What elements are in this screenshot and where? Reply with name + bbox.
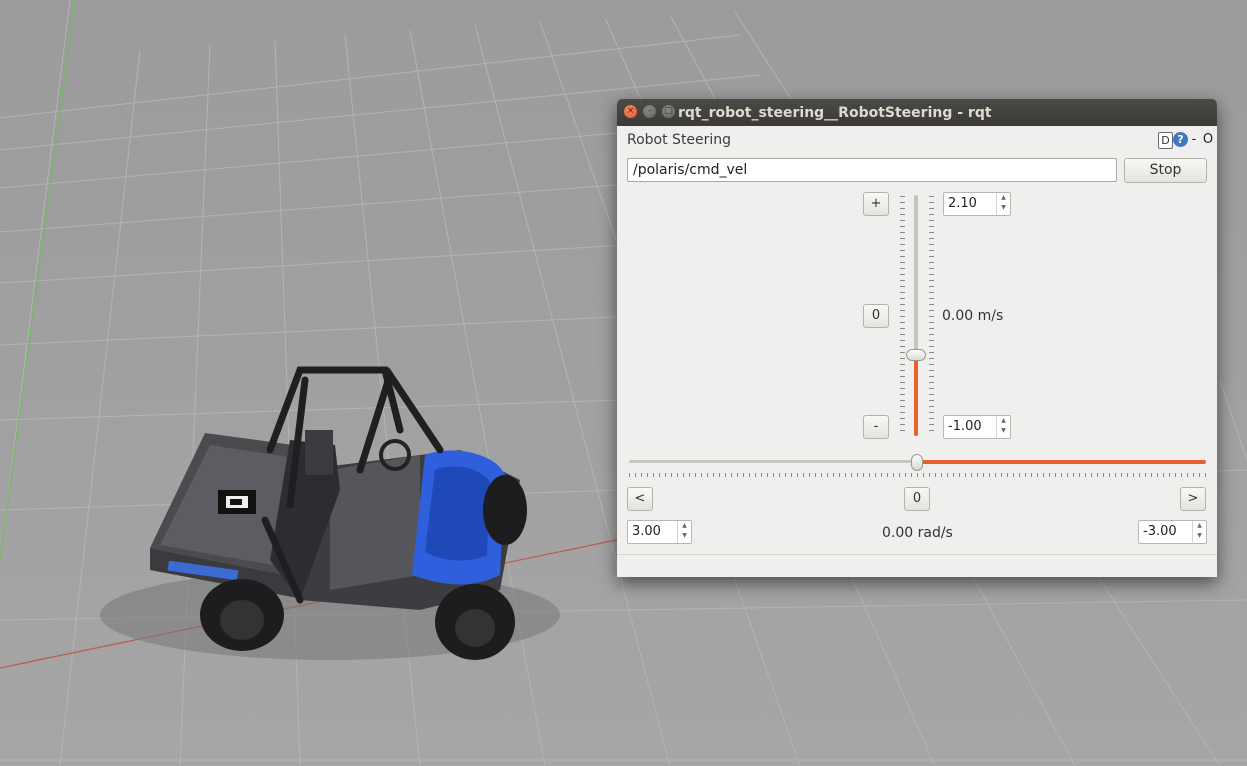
linear-max-spinbox[interactable]: 2.10 ▲ ▼ [943, 192, 1011, 216]
spin-arrows-icon[interactable]: ▲ ▼ [677, 521, 691, 543]
angular-max-value: 3.00 [632, 524, 661, 539]
stop-button[interactable]: Stop [1124, 158, 1207, 183]
spin-arrows-icon[interactable]: ▲ ▼ [996, 193, 1010, 215]
angular-slider-fill [917, 460, 1206, 464]
linear-decrease-button[interactable]: - [863, 415, 889, 439]
linear-min-value: -1.00 [948, 419, 982, 434]
angular-velocity-readout: 0.00 rad/s [882, 525, 953, 541]
angular-ticks [629, 473, 1206, 477]
linear-slider-handle[interactable] [906, 349, 926, 361]
linear-ticks-right [929, 196, 934, 436]
window-titlebar[interactable]: × – □ rqt_robot_steering__RobotSteering … [617, 99, 1217, 126]
linear-ticks-left [900, 196, 905, 436]
window-maximize-icon[interactable]: □ [662, 105, 675, 118]
topic-input[interactable]: /polaris/cmd_vel [627, 158, 1117, 182]
status-bar-divider [617, 554, 1217, 555]
window-title: rqt_robot_steering__RobotSteering - rqt [678, 105, 992, 121]
angular-min-spinbox[interactable]: -3.00 ▲ ▼ [1138, 520, 1207, 544]
linear-max-value: 2.10 [948, 196, 977, 211]
linear-zero-button[interactable]: 0 [863, 304, 889, 328]
plugin-title: Robot Steering [627, 132, 732, 148]
angular-max-spinbox[interactable]: 3.00 ▲ ▼ [627, 520, 692, 544]
detach-icon[interactable]: D [1158, 132, 1173, 149]
linear-slider-fill [914, 355, 918, 436]
rqt-window: × – □ rqt_robot_steering__RobotSteering … [617, 99, 1217, 577]
spin-arrows-icon[interactable]: ▲ ▼ [996, 416, 1010, 438]
angular-slider-handle[interactable] [911, 454, 923, 471]
linear-min-spinbox[interactable]: -1.00 ▲ ▼ [943, 415, 1011, 439]
plugin-minimize-icon[interactable]: - [1189, 132, 1199, 147]
linear-increase-button[interactable]: + [863, 192, 889, 216]
angular-min-value: -3.00 [1143, 524, 1177, 539]
window-minimize-icon[interactable]: – [643, 105, 656, 118]
window-close-icon[interactable]: × [624, 105, 637, 118]
angular-right-button[interactable]: > [1180, 487, 1206, 511]
angular-zero-button[interactable]: 0 [904, 487, 930, 511]
angular-left-button[interactable]: < [627, 487, 653, 511]
spin-arrows-icon[interactable]: ▲ ▼ [1192, 521, 1206, 543]
linear-velocity-readout: 0.00 m/s [942, 308, 1004, 324]
help-icon[interactable]: ? [1173, 132, 1188, 147]
plugin-close-icon[interactable]: O [1202, 132, 1214, 147]
